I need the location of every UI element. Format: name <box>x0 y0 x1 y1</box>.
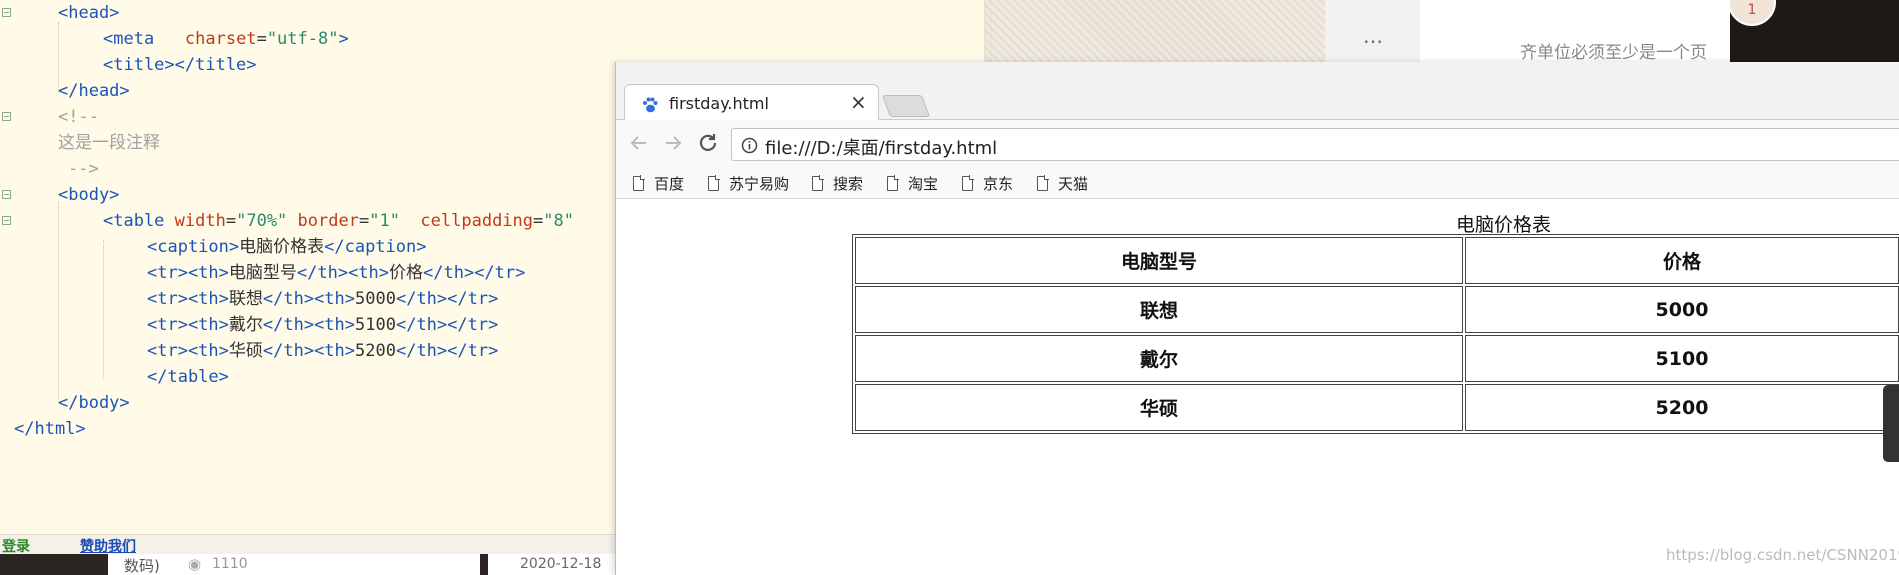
code-comment: --> <box>68 159 99 179</box>
side-widget-handle[interactable] <box>1883 385 1899 462</box>
table-header-row: 电脑型号 价格 <box>855 237 1899 284</box>
back-icon[interactable] <box>628 132 650 154</box>
table-cell: 联想 <box>855 286 1463 333</box>
code-line: <title></title> <box>103 55 257 75</box>
reload-icon[interactable] <box>696 131 720 155</box>
code-line: </body> <box>58 393 130 413</box>
background-article: 齐单位必须至少是一个页 <box>1420 0 1730 63</box>
list-item-text: 数码) <box>124 557 160 575</box>
bookmark-taobao[interactable]: 淘宝 <box>887 172 938 194</box>
indent-guide <box>103 240 104 380</box>
header-cell: 电脑型号 <box>855 237 1463 284</box>
header-cell: 价格 <box>1465 237 1899 284</box>
code-line: <body> <box>58 185 120 205</box>
table-cell: 5200 <box>1465 384 1899 431</box>
login-link[interactable]: 登录 <box>2 536 30 556</box>
page-icon <box>962 175 974 191</box>
bookmark-search[interactable]: 搜索 <box>812 172 863 194</box>
new-tab-button[interactable] <box>881 95 931 117</box>
code-line: <table width="70%" border="1" cellpaddin… <box>103 211 574 231</box>
code-line: <meta charset="utf-8"> <box>103 29 349 49</box>
table-cell: 5100 <box>1465 335 1899 382</box>
article-snippet: 齐单位必须至少是一个页 <box>1520 43 1707 63</box>
tab-title: firstday.html <box>669 94 769 113</box>
bookmarks-bar <box>616 165 1899 199</box>
background-texture <box>985 0 1325 62</box>
page-icon <box>812 175 824 191</box>
table-cell: 华硕 <box>855 384 1463 431</box>
browser-window: firstday.html × file:///D:/桌面/firstday.h… <box>615 62 1899 575</box>
tab-bar: firstday.html × <box>616 62 1899 121</box>
watermark: https://blog.csdn.net/CSNN2019 <box>1666 546 1899 564</box>
editor-status-bar: 登录 赞助我们 <box>0 534 615 556</box>
close-icon[interactable]: × <box>850 90 867 114</box>
background-image: 1 <box>1728 0 1899 62</box>
table-cell: 5000 <box>1465 286 1899 333</box>
notification-badge[interactable]: 1 <box>1728 0 1776 26</box>
address-bar[interactable]: file:///D:/桌面/firstday.html <box>731 128 1899 161</box>
indent-guide <box>58 202 59 402</box>
code-line: <tr><th>联想</th><th>5000</th></tr> <box>147 289 499 309</box>
fold-icon[interactable]: − <box>2 216 11 225</box>
sponsor-link[interactable]: 赞助我们 <box>80 536 136 556</box>
bookmark-jd[interactable]: 京东 <box>962 172 1013 194</box>
code-line: <tr><th>电脑型号</th><th>价格</th></tr> <box>147 263 526 283</box>
bookmark-suning[interactable]: 苏宁易购 <box>708 172 789 194</box>
page-icon <box>708 175 720 191</box>
url-text: file:///D:/桌面/firstday.html <box>765 138 998 159</box>
code-comment: <!-- <box>58 107 99 127</box>
page-icon <box>887 175 899 191</box>
code-comment: 这是一段注释 <box>58 133 160 153</box>
forward-icon[interactable] <box>662 132 684 154</box>
table-row: 华硕 5200 <box>855 384 1899 431</box>
background-list-strip: 数码) ◉ 1110 2020-12-18 <box>0 554 615 575</box>
fold-icon[interactable]: − <box>2 190 11 199</box>
table-row: 联想 5000 <box>855 286 1899 333</box>
bookmark-tmall[interactable]: 天猫 <box>1037 172 1088 194</box>
code-line: <tr><th>戴尔</th><th>5100</th></tr> <box>147 315 499 335</box>
code-line: </table> <box>147 367 229 387</box>
code-line: <head> <box>58 3 120 23</box>
page-icon <box>1037 175 1049 191</box>
more-icon[interactable]: … <box>1363 24 1383 48</box>
table-caption: 电脑价格表 <box>1455 214 1551 236</box>
info-icon[interactable] <box>741 137 758 154</box>
code-line: </head> <box>58 81 130 101</box>
table-row: 戴尔 5100 <box>855 335 1899 382</box>
baidu-paw-icon <box>643 97 658 113</box>
table-cell: 戴尔 <box>855 335 1463 382</box>
background-panel: … <box>1325 0 1420 62</box>
view-count: 1110 <box>212 556 248 572</box>
code-line: <tr><th>华硕</th><th>5200</th></tr> <box>147 341 499 361</box>
eye-icon: ◉ <box>188 555 202 573</box>
list-date: 2020-12-18 <box>520 556 602 572</box>
fold-icon[interactable]: − <box>2 112 11 121</box>
page-icon <box>633 175 645 191</box>
tab-firstday[interactable]: firstday.html × <box>624 84 879 121</box>
bookmark-baidu[interactable]: 百度 <box>633 172 684 194</box>
price-table: 电脑型号 价格 联想 5000 戴尔 5100 华硕 5200 <box>852 234 1899 434</box>
code-line: </html> <box>14 419 86 439</box>
code-line: <caption>电脑价格表</caption> <box>147 237 427 257</box>
fold-icon[interactable]: − <box>2 8 11 17</box>
